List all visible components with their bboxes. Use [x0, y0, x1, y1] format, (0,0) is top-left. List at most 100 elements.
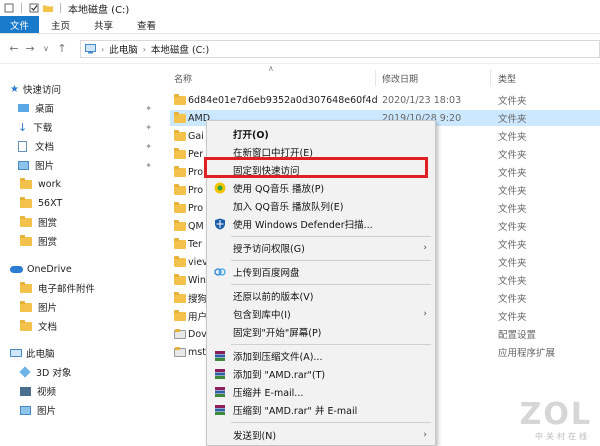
file-name: Dov [188, 328, 207, 340]
cube-icon [19, 366, 31, 378]
address-box[interactable]: › 此电脑 › 本地磁盘 (C:) [80, 40, 600, 58]
menu-item-baidu-upload[interactable]: 上传到百度网盘 [207, 263, 435, 281]
menu-item-label: 加入 QQ音乐 播放队列(E) [233, 202, 344, 213]
menu-item-add-amd-rar[interactable]: 添加到 "AMD.rar"(T) [207, 365, 435, 383]
menu-item-qqmusic-queue[interactable]: 加入 QQ音乐 播放队列(E) [207, 197, 435, 215]
sidebar-item-pc-pictures[interactable]: 图片 [20, 401, 56, 419]
tab-home[interactable]: 主页 [39, 16, 82, 33]
checkbox-icon[interactable] [29, 3, 39, 13]
navigation-pane: ★ 快速访问 桌面 ✦ ↓ 下载 ✦ 文档 ✦ 图片 ✦ work 56XT 图… [0, 64, 160, 446]
pin-icon[interactable]: ✦ [145, 123, 152, 132]
tab-share[interactable]: 共享 [82, 16, 125, 33]
recent-chevron-icon[interactable]: ∨ [38, 44, 54, 53]
table-row[interactable]: 6d84e01e7d6eb9352a0d307648e60f4d 2020/1/2… [170, 92, 600, 108]
desktop-icon [18, 104, 29, 112]
sidebar-item-tushang-1[interactable]: 图赏 [20, 213, 57, 231]
column-divider[interactable] [375, 70, 376, 86]
file-name: viev [188, 256, 208, 268]
video-icon [20, 386, 31, 396]
breadcrumb-chevron-icon[interactable]: › [143, 45, 146, 54]
column-header-date[interactable]: 修改日期 [382, 72, 418, 86]
computer-icon [10, 349, 22, 357]
file-name: mst [188, 346, 206, 358]
file-type: 文件夹 [498, 294, 527, 305]
folder-icon [174, 292, 186, 303]
file-name: Per [188, 148, 204, 160]
sidebar-item-downloads[interactable]: ↓ 下载 ✦ [18, 118, 158, 136]
breadcrumb-local-disk[interactable]: 本地磁盘 (C:) [151, 42, 209, 56]
zol-watermark-tagline: 中关村在线 [535, 432, 590, 441]
menu-item-qqmusic-play[interactable]: 使用 QQ音乐 播放(P) [207, 179, 435, 197]
sidebar-item-tushang-2[interactable]: 图赏 [20, 232, 57, 250]
title-bar: 本地磁盘 (C:) [0, 0, 600, 16]
column-header-name[interactable]: 名称 [174, 72, 192, 86]
menu-item-send-to[interactable]: 发送到(N) › [207, 426, 435, 444]
folder-icon [174, 148, 186, 159]
menu-item-compress-email[interactable]: 压缩并 E-mail... [207, 383, 435, 401]
column-divider[interactable] [490, 70, 491, 86]
sidebar-item-pictures[interactable]: 图片 ✦ [18, 156, 158, 174]
folder-icon [174, 112, 186, 123]
file-type: 配置设置 [498, 330, 537, 341]
quick-save-icon[interactable] [4, 3, 14, 13]
sidebar-item-onedrive-documents[interactable]: 文档 [20, 317, 57, 335]
menu-item-add-archive[interactable]: 添加到压缩文件(A)... [207, 347, 435, 365]
menu-item-restore-versions[interactable]: 还原以前的版本(V) [207, 287, 435, 305]
folder-icon[interactable] [43, 3, 53, 13]
file-name: Ter [188, 238, 202, 250]
menu-item-open[interactable]: 打开(O) [207, 125, 435, 143]
menu-item-include-library[interactable]: 包含到库中(I) › [207, 305, 435, 323]
back-arrow-icon[interactable]: ← [6, 42, 22, 55]
download-icon: ↓ [18, 120, 28, 134]
forward-arrow-icon[interactable]: → [22, 42, 38, 55]
sidebar-item-work[interactable]: work [20, 175, 61, 193]
sidebar-item-this-pc[interactable]: 此电脑 [10, 344, 55, 362]
menu-item-label: 压缩到 "AMD.rar" 并 E-mail [233, 406, 358, 417]
title-divider [60, 3, 61, 13]
sidebar-item-label: 文档 [35, 142, 55, 153]
sidebar-item-3d-objects[interactable]: 3D 对象 [19, 363, 71, 381]
folder-icon [174, 130, 186, 141]
file-type: 文件夹 [498, 132, 527, 143]
folder-icon [174, 166, 186, 177]
menu-item-pin-start[interactable]: 固定到"开始"屏幕(P) [207, 323, 435, 341]
defender-icon [215, 218, 225, 230]
menu-item-label: 授予访问权限(G) [233, 244, 305, 255]
column-header-type[interactable]: 类型 [498, 72, 516, 86]
up-arrow-icon[interactable]: ↑ [54, 42, 70, 55]
tab-view[interactable]: 查看 [125, 16, 168, 33]
folder-icon [174, 184, 186, 195]
sidebar-item-label: 图片 [35, 161, 55, 172]
sidebar-item-videos[interactable]: 视频 [20, 382, 56, 400]
menu-item-label: 使用 Windows Defender扫描... [233, 220, 373, 231]
submenu-arrow-icon: › [423, 430, 427, 440]
sort-up-icon[interactable]: ∧ [268, 64, 274, 73]
sidebar-item-label: 此电脑 [26, 349, 55, 360]
sidebar-item-quick-access[interactable]: ★ 快速访问 [10, 80, 61, 98]
title-divider [21, 3, 22, 13]
menu-item-compress-amd-email[interactable]: 压缩到 "AMD.rar" 并 E-mail [207, 401, 435, 419]
sidebar-item-label: 图赏 [38, 218, 58, 229]
sidebar-item-email-attachments[interactable]: 电子邮件附件 [20, 279, 95, 297]
sidebar-item-onedrive[interactable]: OneDrive [10, 260, 72, 278]
tab-file[interactable]: 文件 [0, 16, 40, 33]
sidebar-item-56xt[interactable]: 56XT [20, 194, 62, 212]
sidebar-item-onedrive-pictures[interactable]: 图片 [20, 298, 57, 316]
breadcrumb-this-pc[interactable]: 此电脑 [109, 42, 138, 56]
pin-icon[interactable]: ✦ [145, 104, 152, 113]
pin-icon[interactable]: ✦ [145, 161, 152, 170]
folder-icon [174, 202, 186, 213]
sidebar-item-label: 图赏 [38, 237, 58, 248]
sidebar-item-documents[interactable]: 文档 ✦ [18, 137, 158, 155]
sidebar-item-desktop[interactable]: 桌面 ✦ [18, 99, 158, 117]
breadcrumb-chevron-icon[interactable]: › [101, 45, 104, 54]
menu-item-grant-access[interactable]: 授予访问权限(G) › [207, 239, 435, 257]
file-name: Gai [188, 130, 204, 142]
file-name: Win [188, 274, 206, 286]
folder-icon [174, 274, 186, 285]
menu-item-defender-scan[interactable]: 使用 Windows Defender扫描... [207, 215, 435, 233]
computer-icon [85, 44, 96, 54]
file-icon [174, 329, 186, 339]
file-type: 文件夹 [498, 204, 527, 215]
pin-icon[interactable]: ✦ [145, 142, 152, 151]
